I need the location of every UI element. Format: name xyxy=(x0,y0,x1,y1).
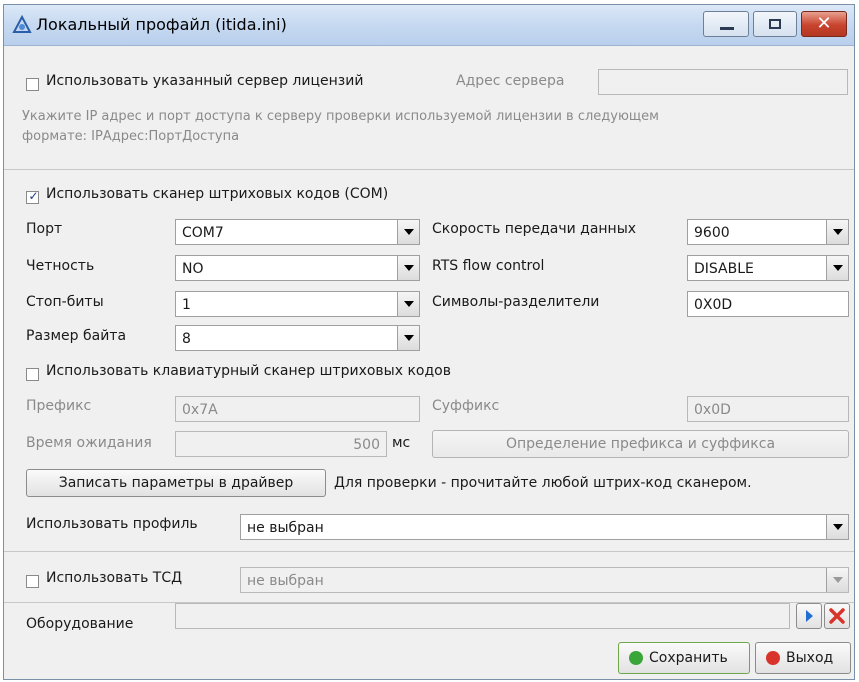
chevron-down-icon[interactable] xyxy=(826,220,848,244)
chevron-down-icon[interactable] xyxy=(397,220,419,244)
profile-select[interactable]: не выбран xyxy=(240,514,849,540)
chevron-down-icon[interactable] xyxy=(397,292,419,316)
server-address-label: Адрес сервера xyxy=(456,73,565,89)
chevron-down-icon[interactable] xyxy=(826,515,848,539)
maximize-button[interactable] xyxy=(753,11,797,37)
speed-select[interactable]: 9600 xyxy=(687,219,849,245)
license-hint-line2: формате: IPАдрес:ПортДоступа xyxy=(22,129,240,144)
license-checkbox-label: Использовать указанный сервер лицензий xyxy=(46,73,364,89)
license-checkbox[interactable] xyxy=(26,78,39,91)
server-address-input[interactable] xyxy=(598,69,848,95)
save-button[interactable]: Сохранить xyxy=(618,642,750,674)
detect-prefix-suffix-button[interactable]: Определение префикса и суффикса xyxy=(432,430,849,458)
chevron-down-icon[interactable] xyxy=(397,326,419,350)
speed-label: Скорость передачи данных xyxy=(432,221,637,237)
equipment-input[interactable] xyxy=(175,603,790,629)
stopbits-label: Стоп-биты xyxy=(26,294,104,310)
parity-select[interactable]: NO xyxy=(175,255,420,281)
timeout-unit: мс xyxy=(392,435,411,451)
separators-label: Символы-разделители xyxy=(432,294,600,310)
com-scanner-label: Использовать сканер штриховых кодов (COM… xyxy=(46,186,389,202)
check-icon: ✓ xyxy=(28,189,39,203)
parity-label: Четность xyxy=(26,258,95,274)
tsd-checkbox[interactable] xyxy=(26,575,39,588)
app-icon xyxy=(12,15,32,33)
rts-label: RTS flow control xyxy=(432,258,545,274)
port-select[interactable]: COM7 xyxy=(175,219,420,245)
rts-select[interactable]: DISABLE xyxy=(687,255,849,281)
timeout-input[interactable]: 500 xyxy=(175,431,387,457)
com-scanner-checkbox[interactable]: ✓ xyxy=(26,189,39,204)
close-button[interactable]: ✕ xyxy=(801,11,847,37)
profile-label: Использовать профиль xyxy=(26,516,198,532)
write-driver-params-button[interactable]: Записать параметры в драйвер xyxy=(26,469,326,497)
title-bar: Локальный профайл (itida.ini) ✕ xyxy=(4,5,854,46)
driver-hint: Для проверки - прочитайте любой штрих-ко… xyxy=(334,475,752,491)
chevron-down-icon[interactable] xyxy=(397,256,419,280)
section-divider xyxy=(4,169,854,170)
checkmark-icon xyxy=(629,651,643,665)
stopbits-select[interactable]: 1 xyxy=(175,291,420,317)
kbd-scanner-checkbox[interactable] xyxy=(26,368,39,381)
port-label: Порт xyxy=(26,221,63,237)
window-title: Локальный профайл (itida.ini) xyxy=(36,15,287,34)
timeout-label: Время ожидания xyxy=(26,435,152,451)
chevron-down-icon[interactable] xyxy=(826,568,848,592)
kbd-scanner-label: Использовать клавиатурный сканер штрихов… xyxy=(46,363,451,379)
tsd-label: Использовать ТСД xyxy=(46,570,183,586)
equipment-label: Оборудование xyxy=(26,616,134,632)
exit-button[interactable]: Выход xyxy=(755,642,851,674)
suffix-label: Суффикс xyxy=(432,398,500,414)
prefix-label: Префикс xyxy=(26,398,92,414)
bytesize-select[interactable]: 8 xyxy=(175,325,420,351)
section-divider xyxy=(4,551,854,552)
equipment-delete-button[interactable] xyxy=(824,603,850,629)
license-hint-line1: Укажите IP адрес и порт доступа к сервер… xyxy=(22,109,659,124)
play-icon xyxy=(806,610,813,622)
maximize-icon xyxy=(769,19,781,29)
equipment-run-button[interactable] xyxy=(796,603,822,629)
exit-icon xyxy=(766,651,780,665)
delete-icon xyxy=(829,608,845,624)
tsd-select[interactable]: не выбран xyxy=(240,567,849,593)
chevron-down-icon[interactable] xyxy=(826,256,848,280)
close-icon: ✕ xyxy=(816,13,832,34)
prefix-input[interactable]: 0x7A xyxy=(175,396,420,422)
bytesize-label: Размер байта xyxy=(26,328,127,344)
minimize-button[interactable] xyxy=(703,11,749,37)
suffix-input[interactable]: 0x0D xyxy=(687,396,849,422)
dialog-window: Локальный профайл (itida.ini) ✕ Использо… xyxy=(3,4,855,680)
separators-input[interactable]: 0X0D xyxy=(687,291,849,317)
minimize-icon xyxy=(720,27,734,30)
